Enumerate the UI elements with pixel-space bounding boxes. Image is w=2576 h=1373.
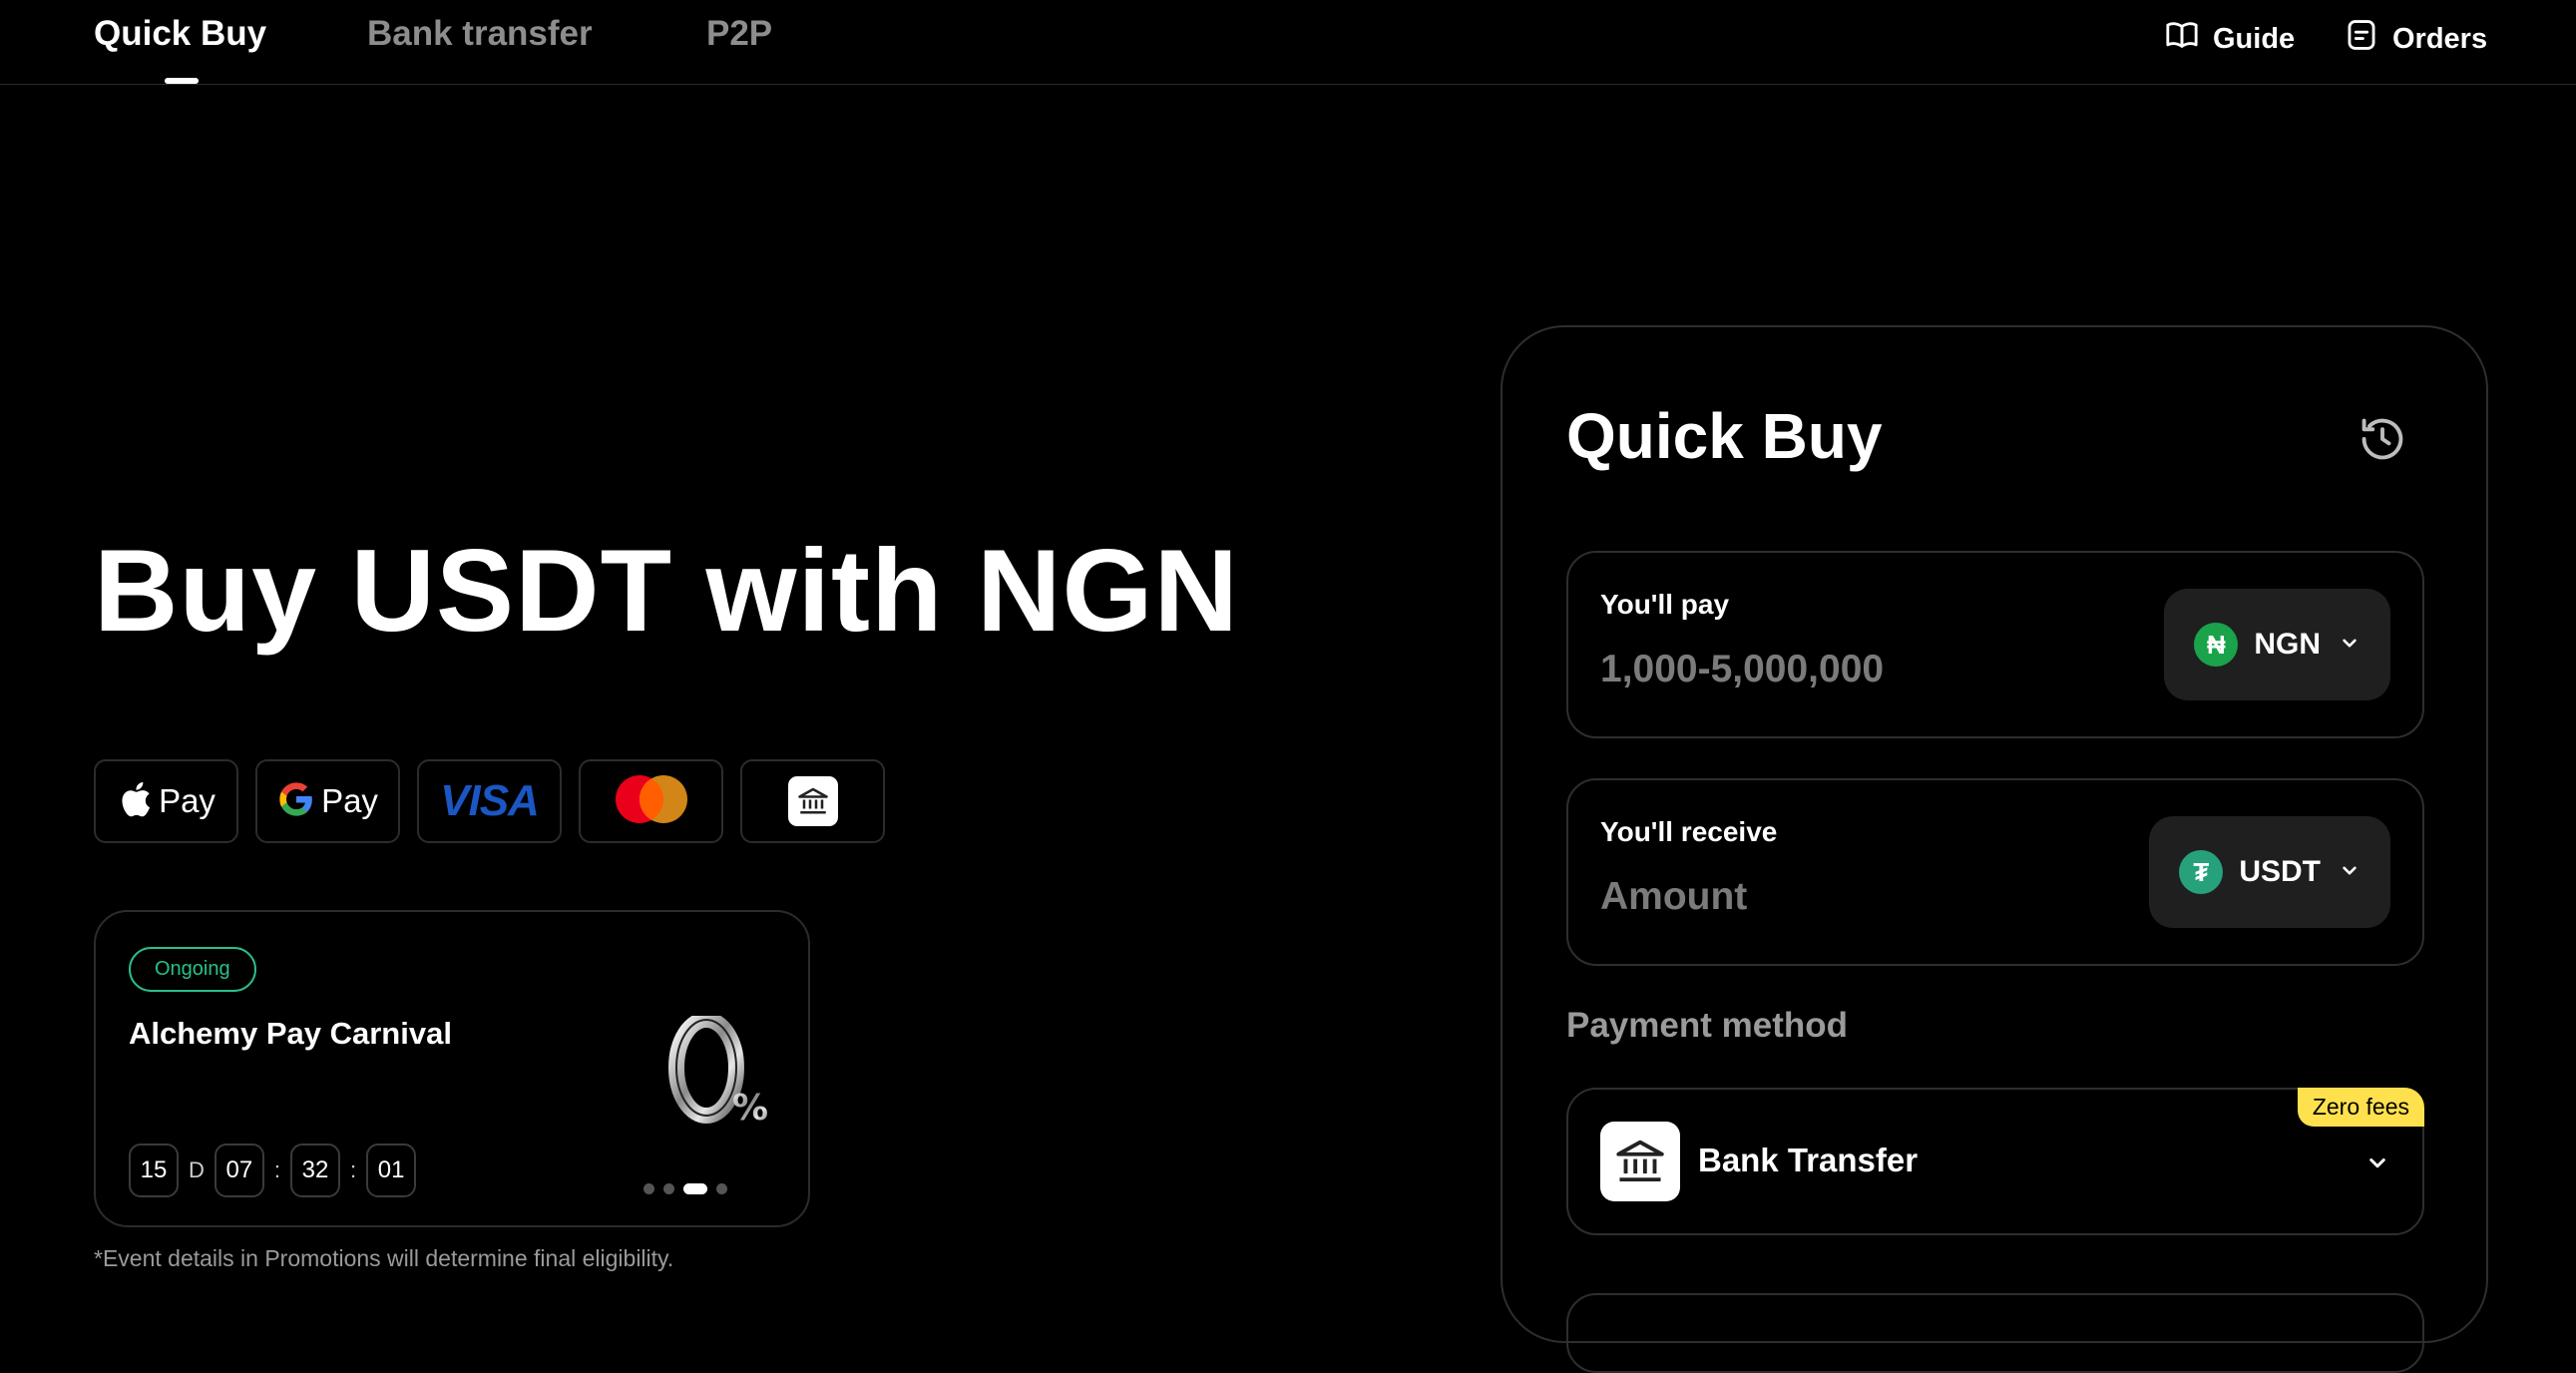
carousel-dot-active[interactable]	[683, 1183, 707, 1194]
carousel-dot[interactable]	[644, 1183, 654, 1194]
history-icon[interactable]	[2357, 413, 2408, 465]
tab-bank-transfer[interactable]: Bank transfer	[367, 14, 593, 54]
receive-label: You'll receive	[1600, 816, 1778, 847]
countdown-timer: 15 D 07 : 32 : 01	[129, 1144, 417, 1197]
receive-currency-code: USDT	[2239, 855, 2321, 888]
payment-method-select[interactable]: Bank Transfer Zero fees	[1566, 1088, 2424, 1235]
bank-icon	[787, 776, 838, 826]
countdown-days: 15	[129, 1144, 179, 1197]
countdown-minutes: 32	[290, 1144, 341, 1197]
tether-icon: ₮	[2179, 850, 2224, 894]
partial-next-field	[1566, 1293, 2424, 1373]
countdown-day-unit: D	[189, 1157, 205, 1182]
promo-title: Alchemy Pay Carnival	[129, 1016, 452, 1051]
chevron-down-icon	[2362, 1147, 2392, 1177]
guide-link[interactable]: Guide	[2165, 18, 2295, 60]
google-pay-chip: Pay	[255, 759, 400, 843]
carousel-dots	[644, 1183, 727, 1194]
countdown-seconds: 01	[366, 1144, 417, 1197]
google-pay-label: Pay	[321, 782, 378, 819]
google-icon	[277, 780, 315, 823]
status-badge: Ongoing	[129, 947, 256, 992]
payment-method-name: Bank Transfer	[1698, 1142, 1919, 1178]
countdown-separator: :	[273, 1157, 281, 1182]
receive-field: You'll receive ₮ USDT	[1566, 778, 2424, 966]
countdown-hours: 07	[214, 1144, 264, 1197]
pay-currency-code: NGN	[2254, 628, 2321, 661]
card-title: Quick Buy	[1566, 400, 1883, 472]
svg-text:%: %	[732, 1088, 768, 1128]
mastercard-chip	[579, 759, 723, 843]
pay-amount-input[interactable]	[1598, 647, 2081, 692]
pay-field: You'll pay ₦ NGN	[1566, 551, 2424, 738]
guide-label: Guide	[2213, 22, 2296, 55]
countdown-separator: :	[350, 1157, 357, 1182]
hero-title: Buy USDT with NGN	[94, 525, 1239, 656]
disclaimer-text: *Event details in Promotions will determ…	[94, 1245, 674, 1271]
pay-currency-select[interactable]: ₦ NGN	[2164, 589, 2390, 700]
receive-amount-input[interactable]	[1598, 874, 2081, 920]
bank-icon	[1600, 1122, 1680, 1201]
pay-label: You'll pay	[1600, 589, 1730, 620]
visa-chip: VISA	[417, 759, 562, 843]
zero-percent-graphic: %	[660, 1012, 770, 1129]
receive-currency-select[interactable]: ₮ USDT	[2149, 816, 2390, 928]
carousel-dot[interactable]	[663, 1183, 674, 1194]
mastercard-logo	[610, 773, 693, 830]
apple-pay-label: Pay	[159, 782, 215, 819]
carousel-dot[interactable]	[716, 1183, 727, 1194]
apple-pay-chip: Pay	[94, 759, 238, 843]
book-icon	[2165, 18, 2199, 60]
chevron-down-icon	[2337, 857, 2362, 888]
tab-quick-buy[interactable]: Quick Buy	[94, 14, 266, 54]
promo-card[interactable]: Ongoing Alchemy Pay Carnival % 15 D 07 :…	[94, 910, 810, 1227]
apple-icon	[117, 779, 153, 824]
payment-methods-row: Pay Pay VISA	[94, 759, 885, 843]
visa-logo: VISA	[440, 776, 540, 825]
naira-icon: ₦	[2194, 623, 2239, 667]
tab-p2p[interactable]: P2P	[706, 14, 772, 54]
payment-method-label: Payment method	[1566, 1006, 1848, 1045]
bank-chip	[740, 759, 885, 843]
zero-fees-badge: Zero fees	[2297, 1088, 2424, 1127]
top-nav: Quick Buy Bank transfer P2P Guide Orders	[0, 0, 2576, 85]
orders-link[interactable]: Orders	[2345, 18, 2487, 60]
active-tab-indicator	[165, 78, 199, 84]
orders-label: Orders	[2392, 22, 2488, 55]
chevron-down-icon	[2337, 630, 2362, 661]
quick-buy-card: Quick Buy You'll pay ₦ NGN You'll receiv…	[1501, 325, 2488, 1373]
orders-icon	[2345, 18, 2378, 60]
